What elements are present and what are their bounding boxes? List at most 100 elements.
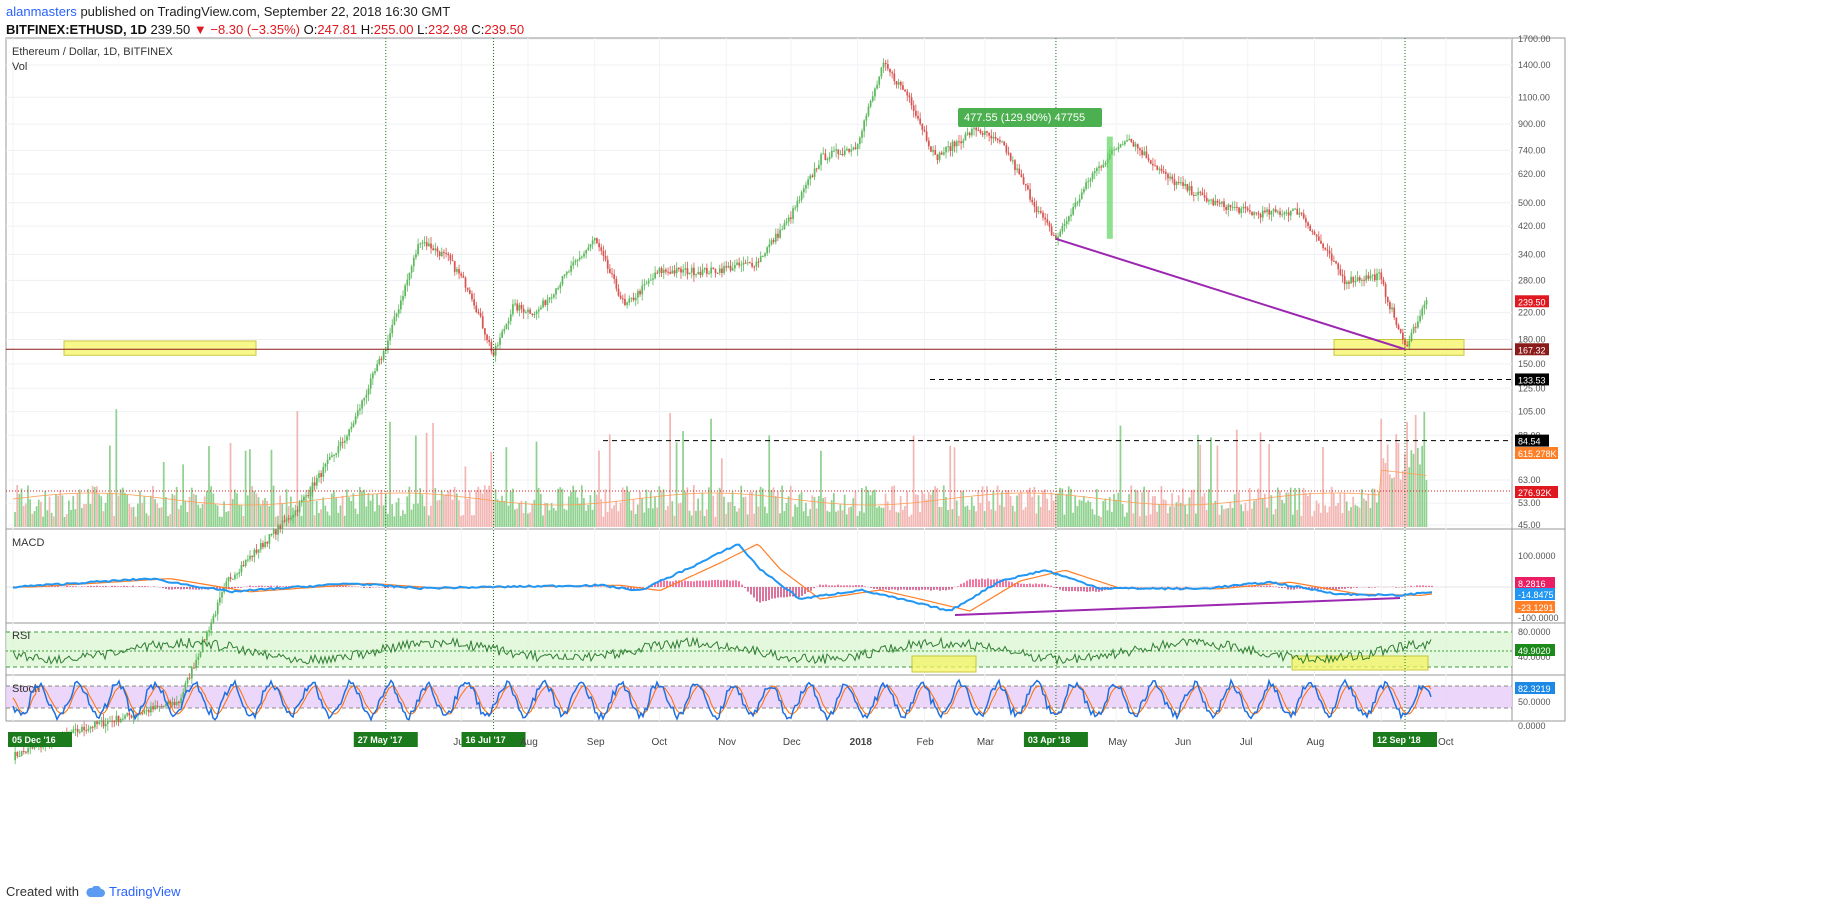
candle-body xyxy=(328,456,331,460)
volume-bar xyxy=(535,441,538,527)
volume-bar xyxy=(505,447,508,527)
volume-bar xyxy=(664,509,667,527)
candle-body xyxy=(1380,272,1383,280)
volume-bar xyxy=(809,509,812,527)
candle-body xyxy=(1365,275,1368,281)
volume-bar xyxy=(768,435,771,527)
volume-bar xyxy=(1005,490,1008,527)
volume-bar xyxy=(527,513,529,527)
candle-body xyxy=(408,272,411,280)
candle-body xyxy=(656,272,659,274)
candle-body xyxy=(395,313,398,317)
candle-body xyxy=(331,455,333,457)
candle-body xyxy=(1333,260,1335,262)
candle-body xyxy=(253,549,256,558)
volume-bar xyxy=(78,489,81,527)
candle-body xyxy=(593,238,596,241)
volume-bar xyxy=(320,509,322,527)
candle-body xyxy=(356,410,359,417)
candle-body xyxy=(727,265,730,268)
candle-body xyxy=(27,748,29,753)
candle-body xyxy=(899,82,902,86)
candle-body xyxy=(658,268,661,273)
volume-bar xyxy=(779,513,781,527)
candle-body xyxy=(770,240,773,245)
candle-body xyxy=(229,577,232,579)
candle-body xyxy=(966,132,969,135)
candle-body xyxy=(251,555,254,558)
macd-tick: -100.0000 xyxy=(1518,613,1559,623)
candle-body xyxy=(1352,276,1355,283)
candle-body xyxy=(841,154,844,156)
volume-bar xyxy=(524,501,527,527)
volume-bar xyxy=(473,515,475,527)
volume-bar xyxy=(796,506,799,527)
candle-body xyxy=(764,253,766,256)
volume-bar xyxy=(83,504,85,527)
volume-bar xyxy=(111,492,113,527)
candle-body xyxy=(1315,234,1318,237)
volume-bar xyxy=(121,487,124,527)
candle-body xyxy=(826,159,829,161)
volume-bar xyxy=(705,509,708,527)
volume-bar xyxy=(608,434,611,527)
candle-body xyxy=(255,549,258,553)
volume-bar xyxy=(889,510,891,527)
volume-bar xyxy=(279,495,281,527)
volume-bar xyxy=(423,506,426,527)
volume-bar xyxy=(1354,504,1357,527)
candle-body xyxy=(973,127,975,129)
volume-bar xyxy=(119,489,122,527)
chart-svg[interactable]: 477.55 (129.90%) 47755 Ethereum / Dollar,… xyxy=(0,0,1828,880)
volume-bar xyxy=(455,493,458,527)
volume-bar xyxy=(998,504,1001,527)
candle-body xyxy=(490,342,493,352)
volume-bar xyxy=(1397,442,1400,527)
volume-bar xyxy=(988,501,990,527)
candle-body xyxy=(400,300,402,310)
candle-body xyxy=(1335,261,1337,264)
volume-bar xyxy=(1285,492,1288,527)
volume-bar xyxy=(1324,505,1327,527)
volume-bar xyxy=(919,511,921,527)
volume-bar xyxy=(837,510,840,527)
candle-body xyxy=(25,751,27,753)
volume-bar xyxy=(1011,505,1014,527)
volume-bar xyxy=(1046,498,1049,527)
candle-body xyxy=(1147,158,1150,161)
candle-body xyxy=(790,217,792,219)
volume-bar xyxy=(606,511,609,527)
candle-body xyxy=(270,534,273,536)
candle-body xyxy=(1076,202,1079,204)
candle-body xyxy=(1024,183,1027,186)
volume-bar xyxy=(458,500,460,527)
volume-bar xyxy=(996,485,999,527)
volume-bar xyxy=(1343,492,1346,527)
candle-body xyxy=(1003,141,1006,146)
volume-bar xyxy=(753,513,756,527)
candle-body xyxy=(1354,281,1357,283)
time-tick-label: Mar xyxy=(977,737,995,748)
volume-bar xyxy=(1001,491,1003,527)
volume-bar xyxy=(37,499,40,527)
candle-body xyxy=(352,423,355,427)
candle-body xyxy=(175,701,178,706)
volume-bar xyxy=(1350,507,1352,527)
volume-bar xyxy=(1425,480,1428,527)
volume-bar xyxy=(611,508,613,527)
candle-body xyxy=(565,271,568,275)
candle-body xyxy=(78,731,81,733)
volume-bar xyxy=(223,501,225,527)
volume-bar xyxy=(249,449,251,527)
price-tick-label: 220.00 xyxy=(1518,308,1546,318)
volume-bar xyxy=(460,515,462,527)
volume-bar xyxy=(1080,500,1083,527)
volume-bar xyxy=(649,491,652,527)
tradingview-link[interactable]: TradingView xyxy=(85,884,181,899)
volume-bar xyxy=(1121,504,1124,527)
volume-bar xyxy=(117,495,120,527)
candle-body xyxy=(264,541,266,548)
candle-body xyxy=(31,747,34,749)
volume-bar xyxy=(576,497,579,527)
candle-body xyxy=(677,267,680,269)
